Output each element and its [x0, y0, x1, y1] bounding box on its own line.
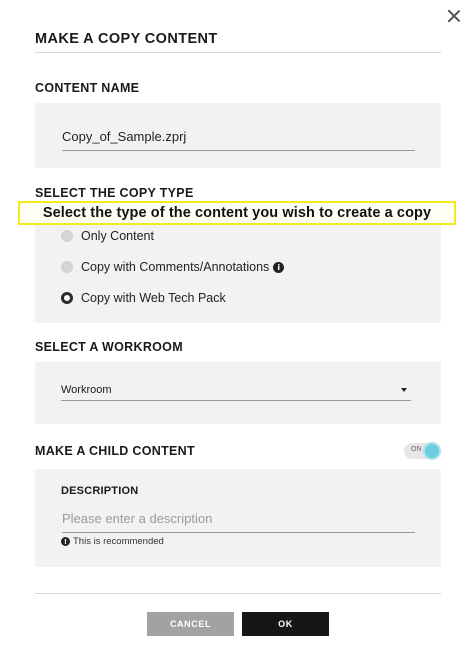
footer-divider — [35, 593, 441, 594]
content-name-input[interactable]: Copy_of_Sample.zprj — [62, 129, 415, 151]
chevron-down-icon — [401, 388, 407, 392]
info-icon[interactable]: i — [273, 261, 285, 273]
ok-button[interactable]: OK — [242, 612, 329, 636]
copy-type-label: SELECT THE COPY TYPE — [35, 186, 194, 200]
radio-button-selected[interactable] — [61, 292, 73, 304]
workroom-select[interactable]: Workroom — [61, 384, 411, 401]
title-divider — [35, 52, 441, 53]
workroom-label: SELECT A WORKROOM — [35, 340, 183, 354]
toggle-state-text: ON — [411, 446, 422, 453]
content-name-panel: Copy_of_Sample.zprj — [35, 103, 441, 168]
callout-annotation: Select the type of the content you wish … — [18, 201, 456, 225]
description-hint: ! This is recommended — [61, 536, 164, 547]
radio-copy-with-web-tech-pack[interactable]: Copy with Web Tech Pack — [61, 291, 226, 305]
hint-text: This is recommended — [73, 536, 164, 547]
description-label: DESCRIPTION — [61, 485, 139, 497]
close-icon[interactable] — [446, 8, 462, 24]
radio-label: Copy with Comments/Annotations — [81, 260, 270, 274]
description-input[interactable]: Please enter a description — [62, 511, 415, 533]
workroom-select-value: Workroom — [61, 384, 112, 396]
radio-label: Only Content — [81, 229, 154, 243]
content-name-label: CONTENT NAME — [35, 81, 140, 95]
child-content-label: MAKE A CHILD CONTENT — [35, 444, 195, 458]
toggle-knob — [423, 442, 441, 460]
description-panel: DESCRIPTION Please enter a description !… — [35, 469, 441, 567]
radio-button[interactable] — [61, 261, 73, 273]
radio-only-content[interactable]: Only Content — [61, 229, 154, 243]
radio-label: Copy with Web Tech Pack — [81, 291, 226, 305]
cancel-button[interactable]: CANCEL — [147, 612, 234, 636]
radio-copy-with-comments[interactable]: Copy with Comments/Annotations i — [61, 260, 285, 274]
copy-type-panel: Only Content Copy with Comments/Annotati… — [35, 208, 441, 323]
workroom-panel: Workroom — [35, 362, 441, 424]
child-content-toggle[interactable]: ON — [404, 442, 441, 460]
radio-button[interactable] — [61, 230, 73, 242]
dialog-title: MAKE A COPY CONTENT — [35, 31, 218, 47]
info-icon: ! — [61, 537, 70, 546]
